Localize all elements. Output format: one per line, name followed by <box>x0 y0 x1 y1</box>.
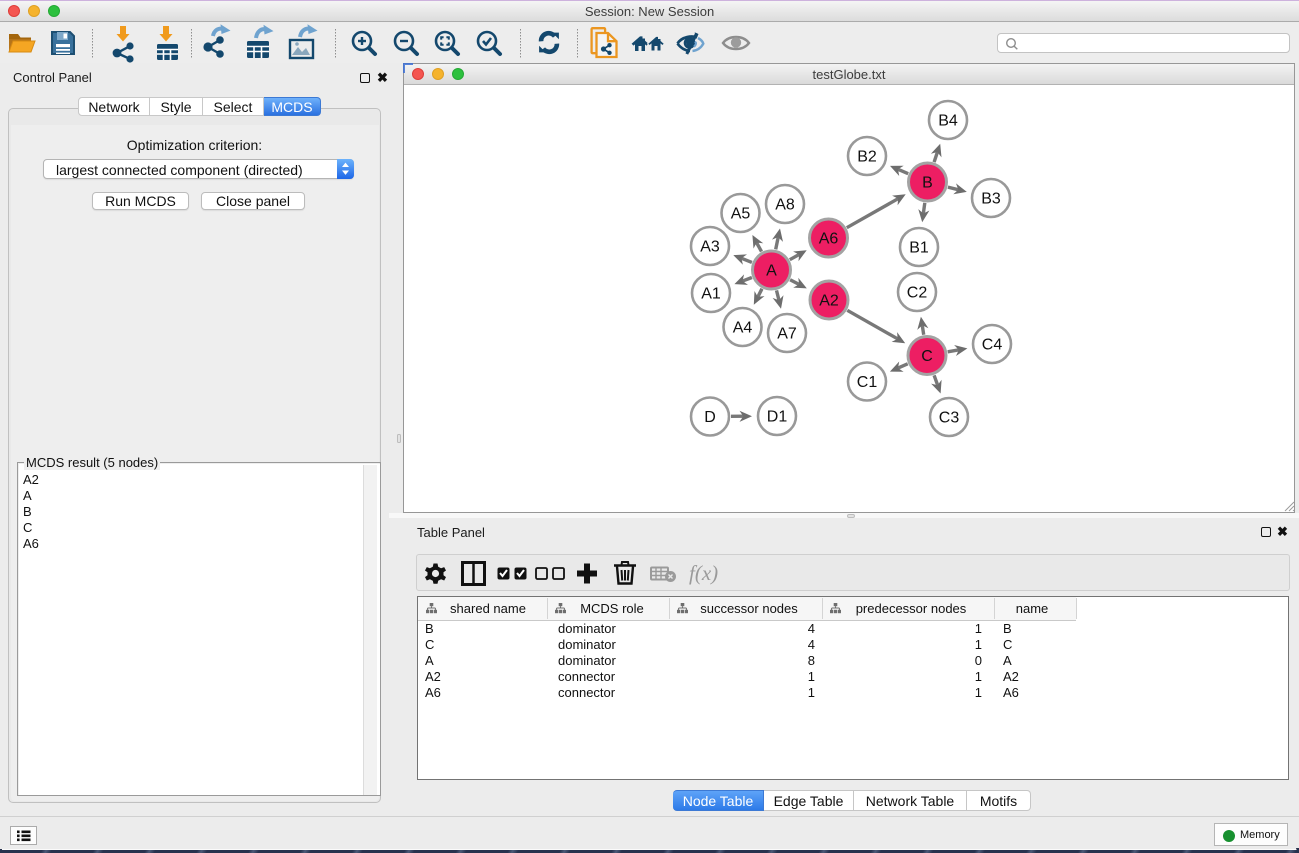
svg-text:dominator: dominator <box>558 621 616 636</box>
svg-text:dominator: dominator <box>558 653 616 668</box>
svg-text:A2: A2 <box>425 669 441 684</box>
svg-text:C: C <box>425 637 434 652</box>
svg-text:B2: B2 <box>857 149 877 166</box>
svg-text:B: B <box>922 175 933 192</box>
svg-text:D1: D1 <box>767 409 788 426</box>
svg-text:A7: A7 <box>777 326 797 343</box>
svg-text:A: A <box>1003 653 1012 668</box>
svg-text:connector: connector <box>558 685 616 700</box>
svg-text:1: 1 <box>808 685 815 700</box>
svg-text:A: A <box>425 653 434 668</box>
svg-text:A: A <box>766 263 777 280</box>
svg-text:MCDS role: MCDS role <box>580 601 644 616</box>
svg-text:D: D <box>704 409 716 426</box>
svg-text:connector: connector <box>558 669 616 684</box>
svg-text:C: C <box>1003 637 1012 652</box>
svg-text:C4: C4 <box>982 337 1003 354</box>
svg-text:1: 1 <box>808 669 815 684</box>
svg-text:B: B <box>425 621 434 636</box>
svg-text:A3: A3 <box>700 239 720 256</box>
svg-text:4: 4 <box>808 637 815 652</box>
svg-text:A4: A4 <box>733 320 753 337</box>
svg-text:A2: A2 <box>1003 669 1019 684</box>
svg-text:A2: A2 <box>819 293 839 310</box>
svg-text:1: 1 <box>975 685 982 700</box>
svg-text:A1: A1 <box>701 286 721 303</box>
svg-text:predecessor nodes: predecessor nodes <box>856 601 967 616</box>
svg-text:dominator: dominator <box>558 637 616 652</box>
svg-text:1: 1 <box>975 669 982 684</box>
svg-text:name: name <box>1016 601 1049 616</box>
svg-text:A5: A5 <box>731 206 751 223</box>
svg-text:f(x): f(x) <box>689 561 718 585</box>
svg-text:C: C <box>921 348 933 365</box>
svg-text:C3: C3 <box>939 410 960 427</box>
svg-text:C1: C1 <box>857 374 878 391</box>
svg-text:A6: A6 <box>1003 685 1019 700</box>
svg-text:shared name: shared name <box>450 601 526 616</box>
svg-text:A6: A6 <box>425 685 441 700</box>
svg-text:B1: B1 <box>909 240 929 257</box>
svg-text:C2: C2 <box>907 285 928 302</box>
svg-text:4: 4 <box>808 621 815 636</box>
svg-text:successor nodes: successor nodes <box>700 601 798 616</box>
svg-text:B4: B4 <box>938 113 958 130</box>
svg-text:A8: A8 <box>775 197 795 214</box>
svg-text:B3: B3 <box>981 191 1001 208</box>
svg-text:0: 0 <box>975 653 982 668</box>
svg-text:8: 8 <box>808 653 815 668</box>
svg-text:B: B <box>1003 621 1012 636</box>
svg-text:1: 1 <box>975 621 982 636</box>
svg-text:1: 1 <box>975 637 982 652</box>
svg-text:A6: A6 <box>819 231 839 248</box>
